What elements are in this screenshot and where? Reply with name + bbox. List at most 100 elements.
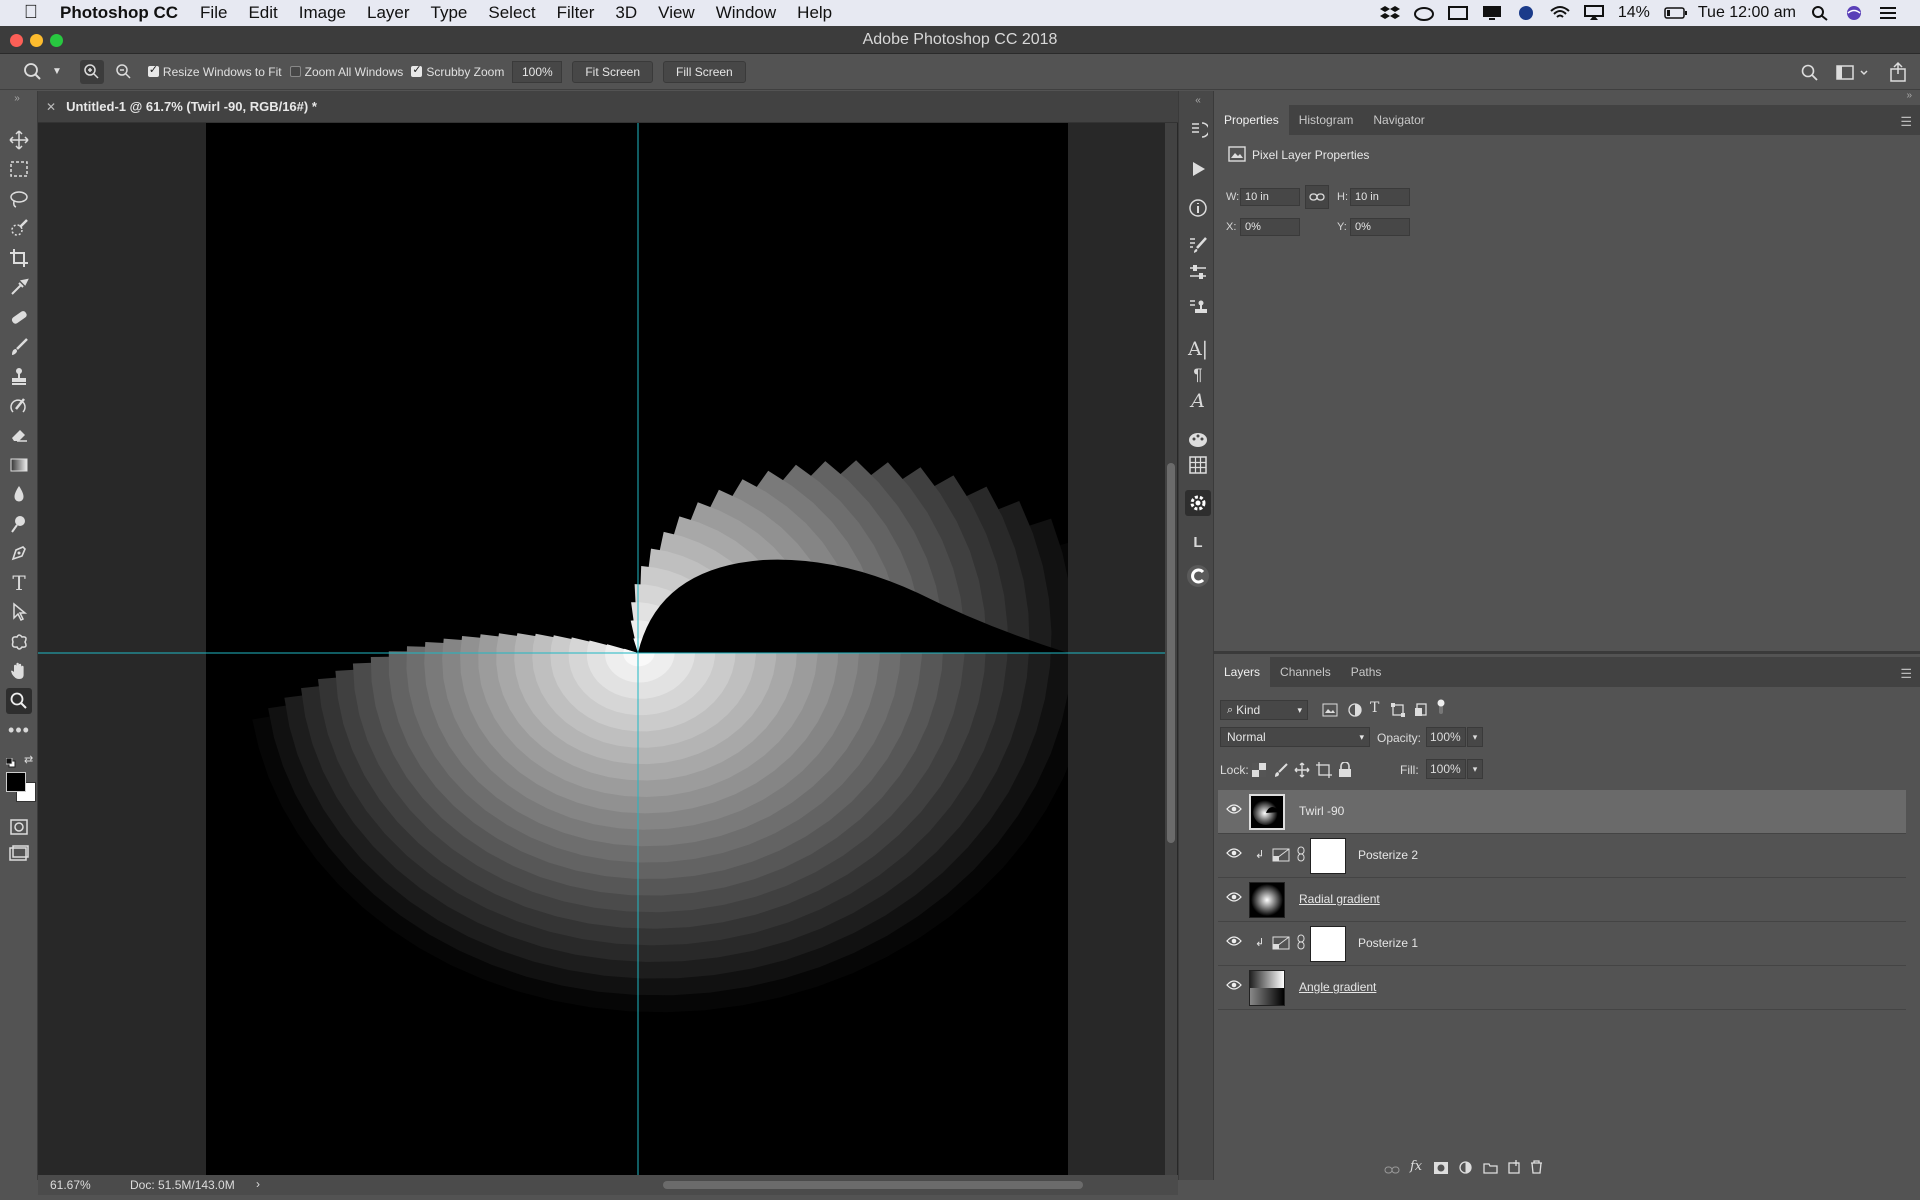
gradient-tool-icon[interactable] [6,452,32,478]
tab-paths[interactable]: Paths [1341,657,1392,687]
vertical-scroll-thumb[interactable] [1167,463,1175,843]
panel-menu-icon[interactable]: ☰ [1900,666,1912,682]
lock-artboards-icon[interactable] [1316,762,1332,783]
glyphs-panel-icon[interactable]: A [1187,390,1209,412]
marquee-tool-icon[interactable] [6,156,32,182]
healing-brush-tool-icon[interactable] [6,304,32,330]
collapse-tools-icon[interactable]: » [4,91,30,105]
dodge-tool-icon[interactable] [6,511,32,537]
layer-name[interactable]: Twirl -90 [1299,804,1344,818]
zoom-all-windows-checkbox[interactable]: Zoom All Windows [289,65,403,79]
menu-layer[interactable]: Layer [367,3,410,23]
lock-all-icon[interactable] [1338,761,1352,783]
lock-position-icon[interactable] [1294,762,1310,783]
layer-filter-dropdown[interactable]: ⌕ Kind ▾ [1220,700,1308,720]
layer-mask-thumbnail[interactable] [1310,838,1346,874]
resize-windows-checkbox[interactable]: Resize Windows to Fit [147,63,282,79]
history-brush-tool-icon[interactable] [6,393,32,419]
tab-layers[interactable]: Layers [1214,657,1271,687]
layer-name[interactable]: Posterize 2 [1358,848,1418,862]
filter-toggle-icon[interactable] [1436,699,1446,720]
swatches-palette-icon[interactable] [1187,429,1209,451]
zoom-out-icon[interactable] [112,60,136,84]
add-mask-icon[interactable] [1434,1161,1448,1179]
tab-properties[interactable]: Properties [1214,105,1289,135]
collapse-strip-icon[interactable]: « [1187,95,1209,106]
layer-mask-thumbnail[interactable] [1310,926,1346,962]
plugin-gear-icon[interactable] [1185,490,1211,516]
new-layer-icon[interactable] [1508,1160,1521,1179]
menu-help[interactable]: Help [797,3,832,23]
clone-source-icon[interactable] [1187,296,1209,318]
custom-shape-tool-icon[interactable] [6,629,32,655]
quick-selection-tool-icon[interactable] [6,215,32,241]
screen-icon[interactable] [1447,5,1468,21]
layer-name[interactable]: Posterize 1 [1358,936,1418,950]
delete-layer-trash-icon[interactable] [1530,1160,1543,1179]
fill-field[interactable]: 100% [1426,759,1466,779]
canvas-workspace[interactable] [38,123,1178,1175]
new-adjustment-layer-icon[interactable] [1459,1161,1472,1179]
paragraph-panel-icon[interactable]: ¶ [1187,364,1209,386]
plugin-l-icon[interactable]: L [1187,531,1209,553]
menu-image[interactable]: Image [299,3,346,23]
type-tool-icon[interactable]: T [6,570,32,596]
visibility-eye-icon[interactable] [1226,847,1242,863]
siri-icon[interactable] [1844,5,1864,21]
menu-app-name[interactable]: Photoshop CC [60,3,178,23]
quick-mask-icon[interactable] [6,814,32,840]
airplay-icon[interactable] [1583,5,1604,21]
path-selection-tool-icon[interactable] [6,599,32,625]
opacity-chevron-icon[interactable]: ▾ [1467,727,1483,747]
swap-colors-icon[interactable]: ⇄ [24,753,33,766]
default-colors-icon[interactable] [5,755,16,768]
collapse-panels-icon[interactable]: » [1906,90,1912,101]
zoom-percentage-field[interactable]: 100% [512,60,563,83]
more-tools-icon[interactable]: ••• [6,717,32,743]
opacity-field[interactable]: 100% [1426,727,1466,747]
menu-edit[interactable]: Edit [248,3,277,23]
tab-navigator[interactable]: Navigator [1363,105,1434,135]
patterns-grid-icon[interactable] [1187,454,1209,476]
display-icon[interactable] [1482,5,1502,21]
actions-play-icon[interactable] [1187,158,1209,180]
battery-icon[interactable] [1664,5,1687,21]
menu-view[interactable]: View [658,3,695,23]
wifi-icon[interactable] [1550,5,1570,21]
pen-tool-icon[interactable] [6,540,32,566]
layer-row-twirl[interactable]: Twirl -90 [1218,790,1906,834]
visibility-eye-icon[interactable] [1226,803,1242,819]
fill-chevron-icon[interactable]: ▾ [1467,759,1483,779]
scrubby-zoom-checkbox[interactable]: Scrubby Zoom [411,63,504,79]
document-tab[interactable]: ✕ Untitled-1 @ 61.7% (Twirl -90, RGB/16#… [38,91,1178,123]
menu-window[interactable]: Window [716,3,776,23]
panel-menu-icon[interactable]: ☰ [1900,114,1912,130]
height-field[interactable]: 10 in [1350,188,1410,206]
history-panel-icon[interactable] [1187,119,1209,141]
dropbox-icon[interactable] [1379,5,1400,21]
layer-row-angle-gradient[interactable]: Angle gradient [1218,966,1906,1010]
eraser-tool-icon[interactable] [6,422,32,448]
menu-filter[interactable]: Filter [557,3,595,23]
x-field[interactable]: 0% [1240,218,1300,236]
width-field[interactable]: 10 in [1240,188,1300,206]
eyedropper-tool-icon[interactable] [6,274,32,300]
apple-icon[interactable]:  [20,2,42,24]
creative-cloud-icon[interactable] [1413,5,1434,21]
new-group-folder-icon[interactable] [1483,1161,1498,1179]
character-panel-icon[interactable]: A| [1187,338,1209,360]
layer-name[interactable]: Radial gradient [1299,892,1380,906]
panel-divider[interactable] [1214,651,1920,654]
lasso-tool-icon[interactable] [6,186,32,212]
lock-image-pixels-icon[interactable] [1273,762,1289,783]
layer-row-radial-gradient[interactable]: Radial gradient [1218,878,1906,922]
filter-smart-objects-icon[interactable] [1414,703,1428,722]
info-panel-icon[interactable] [1187,197,1209,219]
blend-mode-dropdown[interactable]: Normal ▾ [1220,727,1370,747]
zoom-tool-preset-icon[interactable] [22,62,48,82]
clone-stamp-tool-icon[interactable] [6,363,32,389]
vertical-scrollbar[interactable] [1165,123,1177,1175]
move-tool-icon[interactable] [6,127,32,153]
lock-transparent-pixels-icon[interactable] [1252,763,1266,782]
layer-styles-fx-icon[interactable]: fx [1410,1159,1422,1174]
